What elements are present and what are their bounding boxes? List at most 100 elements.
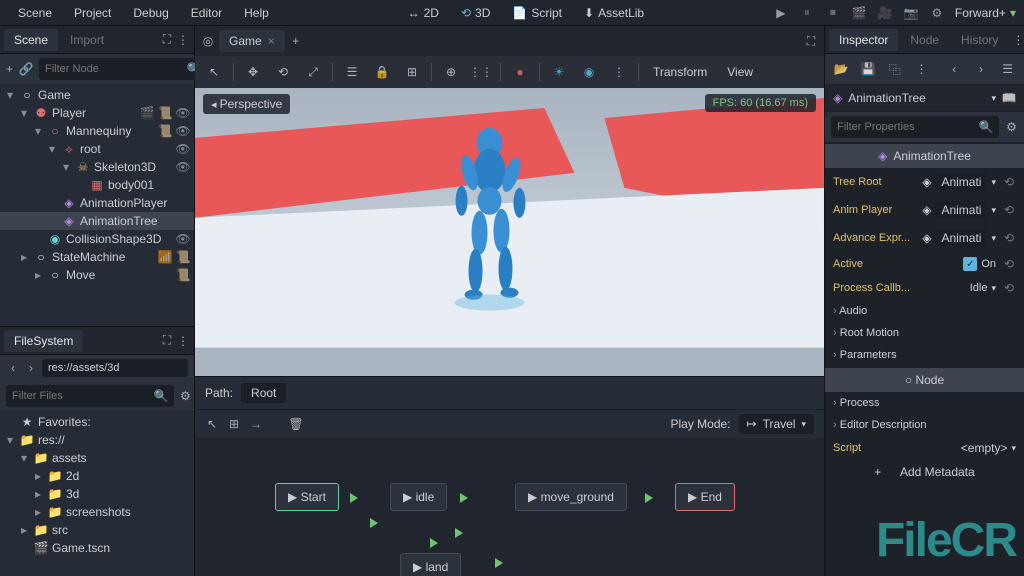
- menu-debug[interactable]: Debug: [123, 2, 178, 24]
- dots-icon[interactable]: ⋮: [1012, 33, 1024, 47]
- perspective-label[interactable]: ◂ Perspective: [203, 94, 290, 114]
- render-icon[interactable]: ⚙: [929, 5, 945, 21]
- open-icon[interactable]: 📂: [831, 58, 852, 80]
- history-fwd-icon[interactable]: ›: [971, 58, 992, 80]
- wifi-icon[interactable]: 📶: [158, 250, 172, 264]
- fs-settings-icon[interactable]: ⚙: [180, 389, 191, 403]
- move-tool-icon[interactable]: ✥: [240, 59, 266, 85]
- tree-node[interactable]: ▾⟡root👁: [0, 140, 194, 158]
- state-machine-graph[interactable]: ▶ Start▶ idle▶ move_ground▶ End▶ landjum…: [195, 438, 824, 576]
- tab-filesystem[interactable]: FileSystem: [4, 330, 83, 352]
- settings-icon[interactable]: ⚙: [1005, 120, 1018, 134]
- forward-icon[interactable]: ›: [24, 361, 38, 375]
- history-back-icon[interactable]: ‹: [944, 58, 965, 80]
- menu-help[interactable]: Help: [234, 2, 279, 24]
- dots-icon[interactable]: ⋮: [176, 33, 190, 47]
- search-icon[interactable]: 🔍: [979, 120, 993, 134]
- copy-icon[interactable]: ⿻: [884, 58, 905, 80]
- add-tab-icon[interactable]: +: [289, 34, 303, 48]
- add-node-icon[interactable]: +: [6, 62, 13, 76]
- renderer-dropdown[interactable]: Forward+ ▾: [955, 6, 1016, 20]
- close-icon[interactable]: ×: [268, 34, 275, 48]
- fs-node[interactable]: ▸📁src: [0, 521, 194, 539]
- film-icon[interactable]: 🎬: [140, 106, 154, 120]
- group-tool-icon[interactable]: ⊞: [399, 59, 425, 85]
- revert-icon[interactable]: ⟲: [1002, 231, 1016, 245]
- delete-icon[interactable]: 🗑: [289, 417, 303, 431]
- camera-icon[interactable]: 📷: [903, 5, 919, 21]
- tree-node[interactable]: ▾☠Skeleton3D👁: [0, 158, 194, 176]
- tree-node[interactable]: ◉CollisionShape3D👁: [0, 230, 194, 248]
- inspector-property[interactable]: Advance Expr...◈Animati ▾⟲: [825, 224, 1024, 252]
- fs-node[interactable]: ▾📁assets: [0, 449, 194, 467]
- dots-icon[interactable]: ⋮: [606, 59, 632, 85]
- local-tool-icon[interactable]: ⊕: [438, 59, 464, 85]
- fs-filter-input[interactable]: [12, 390, 154, 402]
- play-scene-icon[interactable]: 🎬: [851, 5, 867, 21]
- script-icon[interactable]: 📜: [176, 250, 190, 264]
- chevron-down-icon[interactable]: ▾: [991, 93, 996, 104]
- object-type[interactable]: AnimationTree: [848, 91, 985, 105]
- add-node-icon[interactable]: ⊞: [227, 417, 241, 431]
- menu-project[interactable]: Project: [64, 2, 121, 24]
- add-metadata-button[interactable]: + Add Metadata: [825, 460, 1024, 484]
- inspector-property[interactable]: Tree Root◈Animati ▾⟲: [825, 168, 1024, 196]
- menu-editor[interactable]: Editor: [181, 2, 232, 24]
- history-list-icon[interactable]: ☰: [997, 58, 1018, 80]
- snap-tool-icon[interactable]: ⋮⋮: [468, 59, 494, 85]
- rotate-tool-icon[interactable]: ⟲: [270, 59, 296, 85]
- fs-node[interactable]: ▾📁res://: [0, 431, 194, 449]
- fs-node[interactable]: 🎬Game.tscn: [0, 539, 194, 557]
- eye-icon[interactable]: 👁: [176, 106, 190, 120]
- expand-icon[interactable]: ⛶: [160, 33, 174, 47]
- fs-node[interactable]: ▸📁screenshots: [0, 503, 194, 521]
- eye-icon[interactable]: 👁: [176, 160, 190, 174]
- script-icon[interactable]: 📜: [158, 124, 172, 138]
- fs-path[interactable]: res://assets/3d: [42, 359, 188, 377]
- stop-icon[interactable]: ⏹: [825, 5, 841, 21]
- fs-node[interactable]: ▸📁3d: [0, 485, 194, 503]
- link-icon[interactable]: 🔗: [19, 62, 33, 76]
- movie-icon[interactable]: 🎥: [877, 5, 893, 21]
- inspector-property[interactable]: Anim Player◈Animati ▾⟲: [825, 196, 1024, 224]
- scene-filter-input[interactable]: [45, 63, 187, 75]
- tab-inspector[interactable]: Inspector: [829, 29, 898, 51]
- state-node[interactable]: ▶ move_ground: [515, 483, 627, 511]
- view-menu[interactable]: View: [719, 65, 761, 79]
- pause-icon[interactable]: ⏸: [799, 5, 815, 21]
- env-tool-icon[interactable]: ◉: [576, 59, 602, 85]
- revert-icon[interactable]: ⟲: [1002, 257, 1016, 271]
- connect-icon[interactable]: →: [249, 417, 263, 431]
- tree-node[interactable]: ◈AnimationTree: [0, 212, 194, 230]
- inspector-category[interactable]: Root Motion: [825, 322, 1024, 344]
- tree-node[interactable]: ▾○Mannequiny📜👁: [0, 122, 194, 140]
- revert-icon[interactable]: ⟲: [1002, 203, 1016, 217]
- inspector-property[interactable]: Active✓ On⟲: [825, 252, 1024, 276]
- select-tool-icon[interactable]: ↖: [201, 59, 227, 85]
- more-icon[interactable]: ⋮: [911, 58, 932, 80]
- section-node[interactable]: ○ Node: [825, 368, 1024, 392]
- menu-scene[interactable]: Scene: [8, 2, 62, 24]
- state-node[interactable]: ▶ End: [675, 483, 735, 511]
- eye-icon[interactable]: 👁: [176, 232, 190, 246]
- script-value[interactable]: <empty> ▾: [961, 441, 1016, 455]
- tree-node[interactable]: ▸○Move📜: [0, 266, 194, 284]
- tab-node[interactable]: Node: [900, 29, 949, 51]
- fs-node[interactable]: ★Favorites:: [0, 413, 194, 431]
- camera-tool-icon[interactable]: ●: [507, 59, 533, 85]
- select-icon[interactable]: ↖: [205, 417, 219, 431]
- inspector-property[interactable]: Process Callb...Idle ▾⟲: [825, 276, 1024, 300]
- fs-node[interactable]: ▸📁2d: [0, 467, 194, 485]
- doc-icon[interactable]: 📖: [1002, 91, 1016, 105]
- scene-picker-icon[interactable]: ◎: [201, 34, 215, 48]
- state-node[interactable]: ▶ Start: [275, 483, 339, 511]
- eye-icon[interactable]: 👁: [176, 124, 190, 138]
- tab-scene[interactable]: Scene: [4, 29, 58, 51]
- scene-tab-game[interactable]: Game×: [219, 30, 285, 52]
- lock-tool-icon[interactable]: 🔒: [369, 59, 395, 85]
- revert-icon[interactable]: ⟲: [1002, 175, 1016, 189]
- expand-icon[interactable]: ⛶: [160, 334, 174, 348]
- eye-icon[interactable]: 👁: [176, 142, 190, 156]
- script-icon[interactable]: 📜: [176, 268, 190, 282]
- inspector-category[interactable]: Parameters: [825, 344, 1024, 366]
